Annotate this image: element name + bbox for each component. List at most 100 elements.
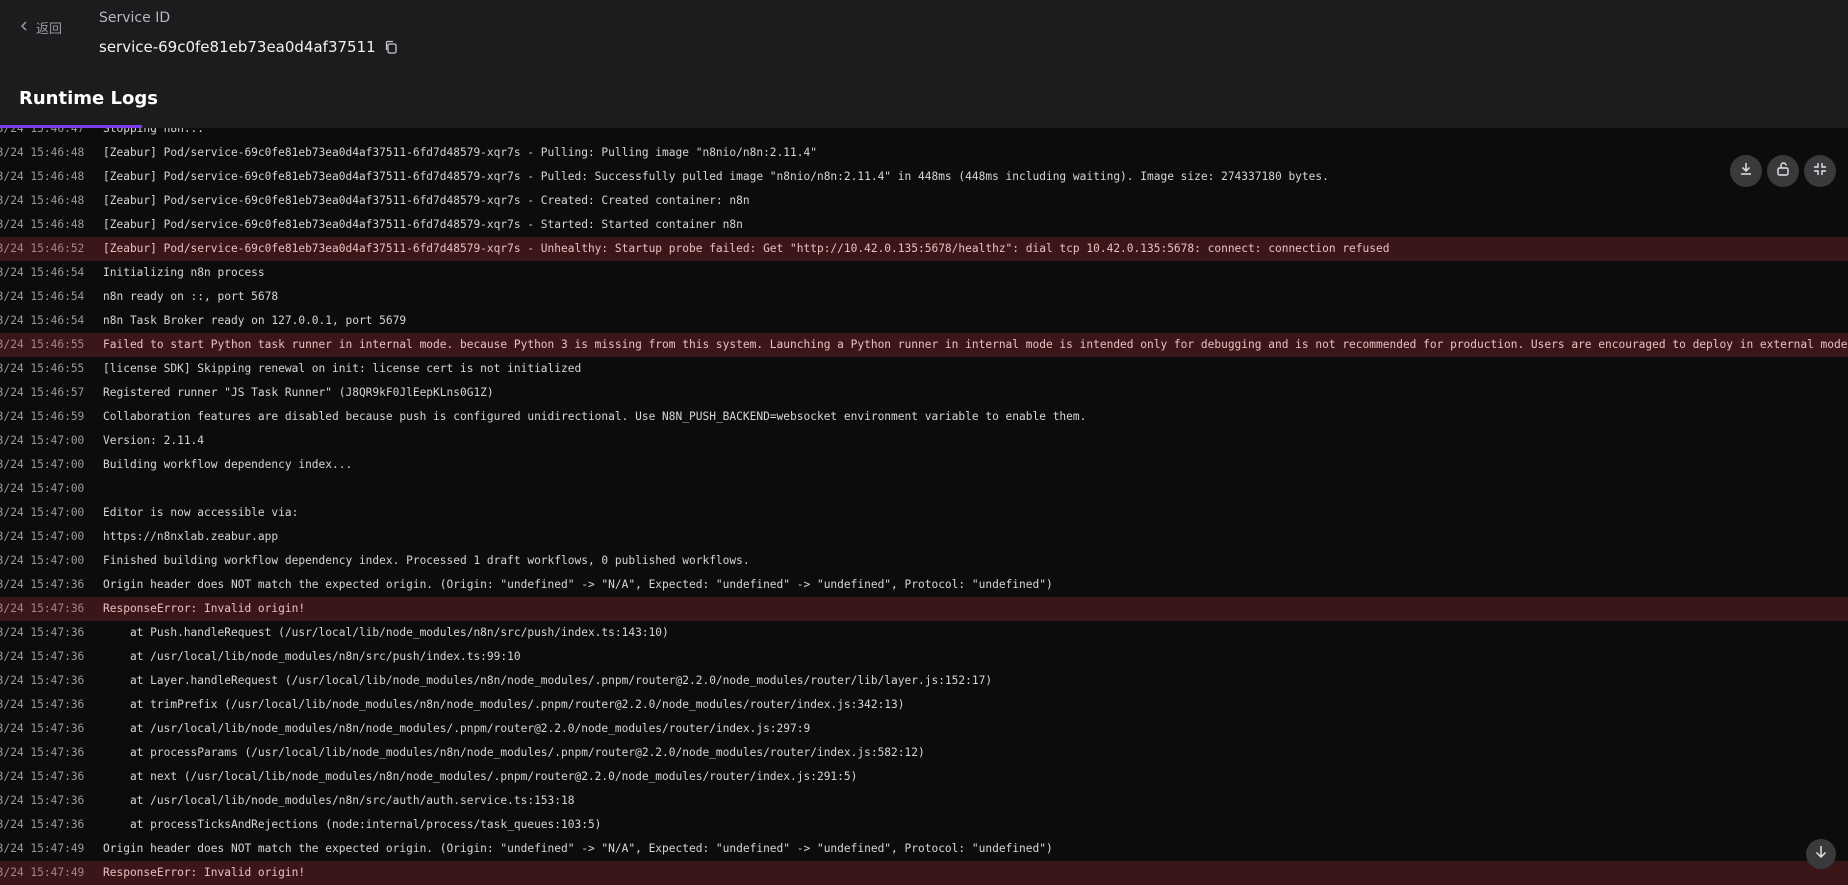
log-message: Building workflow dependency index... bbox=[103, 458, 353, 471]
log-message: at /usr/local/lib/node_modules/n8n/node_… bbox=[103, 722, 811, 735]
log-message: at Layer.handleRequest (/usr/local/lib/n… bbox=[103, 674, 993, 687]
log-message: at /usr/local/lib/node_modules/n8n/src/p… bbox=[103, 650, 521, 663]
service-id-row: service-69c0fe81eb73ea0d4af37511 bbox=[99, 38, 398, 56]
log-message: Initializing n8n process bbox=[103, 266, 265, 279]
log-row: 03/24 15:46:48 [Zeabur] Pod/service-69c0f… bbox=[0, 213, 1848, 237]
back-label: 返回 bbox=[36, 22, 63, 37]
log-timestamp: 03/24 15:47:00 bbox=[0, 530, 85, 543]
log-viewer[interactable]: 03/24 15:46:47Stopping n8n...03/24 15:46… bbox=[0, 128, 1848, 885]
log-timestamp: 03/24 15:47:00 bbox=[0, 554, 85, 567]
log-timestamp: 03/24 15:47:36 bbox=[0, 770, 85, 783]
log-message: ResponseError: Invalid origin! bbox=[103, 866, 306, 879]
scroll-to-bottom-button[interactable] bbox=[1806, 839, 1836, 869]
log-message: at processTicksAndRejections (node:inter… bbox=[103, 818, 602, 831]
log-message: at next (/usr/local/lib/node_modules/n8n… bbox=[103, 770, 858, 783]
log-message: Version: 2.11.4 bbox=[103, 434, 205, 447]
log-row: 03/24 15:47:00 Building workflow dependen… bbox=[0, 453, 1848, 477]
page-title: Runtime Logs bbox=[19, 88, 158, 109]
log-timestamp: 03/24 15:46:47 bbox=[0, 128, 85, 135]
log-timestamp: 03/24 15:47:36 bbox=[0, 722, 85, 735]
log-row: 03/24 15:47:00 Version: 2.11.4 bbox=[0, 429, 1848, 453]
log-timestamp: 03/24 15:46:48 bbox=[0, 146, 85, 159]
unlock-icon bbox=[1775, 161, 1791, 181]
log-timestamp: 03/24 15:47:00 bbox=[0, 458, 85, 471]
log-row: 03/24 15:46:54 n8n Task Broker ready on 1… bbox=[0, 309, 1848, 333]
log-row: 03/24 15:47:36 Origin header does NOT mat… bbox=[0, 573, 1848, 597]
log-timestamp: 03/24 15:46:55 bbox=[0, 338, 85, 351]
log-message: at trimPrefix (/usr/local/lib/node_modul… bbox=[103, 698, 905, 711]
log-message: https://n8nxlab.zeabur.app bbox=[103, 530, 279, 543]
log-message: Finished building workflow dependency in… bbox=[103, 554, 750, 567]
log-message: [Zeabur] Pod/service-69c0fe81eb73ea0d4af… bbox=[103, 218, 743, 231]
log-toolbar bbox=[1730, 155, 1836, 187]
log-row: 03/24 15:47:00 Finished building workflow… bbox=[0, 549, 1848, 573]
log-row: 03/24 15:46:57 Registered runner "JS Task… bbox=[0, 381, 1848, 405]
copy-icon[interactable] bbox=[384, 40, 398, 54]
log-row-error: 03/24 15:47:49 ResponseError: Invalid ori… bbox=[0, 861, 1848, 885]
log-row: 03/24 15:47:00 bbox=[0, 477, 1848, 501]
log-timestamp: 03/24 15:46:48 bbox=[0, 218, 85, 231]
download-logs-button[interactable] bbox=[1730, 155, 1762, 187]
log-message: Failed to start Python task runner in in… bbox=[103, 338, 1848, 351]
log-timestamp: 03/24 15:46:54 bbox=[0, 290, 85, 303]
log-timestamp: 03/24 15:46:55 bbox=[0, 362, 85, 375]
log-message: [Zeabur] Pod/service-69c0fe81eb73ea0d4af… bbox=[103, 242, 1390, 255]
log-row: 03/24 15:46:47 Stopping n8n... bbox=[0, 128, 1848, 141]
log-row: 03/24 15:46:54 Initializing n8n process bbox=[0, 261, 1848, 285]
log-timestamp: 03/24 15:47:36 bbox=[0, 746, 85, 759]
log-row-error: 03/24 15:46:55 Failed to start Python tas… bbox=[0, 333, 1848, 357]
log-timestamp: 03/24 15:47:36 bbox=[0, 698, 85, 711]
log-timestamp: 03/24 15:47:36 bbox=[0, 674, 85, 687]
arrow-down-icon bbox=[1813, 844, 1829, 864]
log-message: at /usr/local/lib/node_modules/n8n/src/a… bbox=[103, 794, 575, 807]
log-timestamp: 03/24 15:47:00 bbox=[0, 482, 85, 495]
log-message: Origin header does NOT match the expecte… bbox=[103, 842, 1053, 855]
back-button[interactable]: 返回 bbox=[18, 18, 62, 37]
log-message: at Push.handleRequest (/usr/local/lib/no… bbox=[103, 626, 669, 639]
log-timestamp: 03/24 15:47:00 bbox=[0, 506, 85, 519]
log-message: Origin header does NOT match the expecte… bbox=[103, 578, 1053, 591]
log-message: [Zeabur] Pod/service-69c0fe81eb73ea0d4af… bbox=[103, 170, 1329, 183]
log-row: 03/24 15:46:48 [Zeabur] Pod/service-69c0f… bbox=[0, 189, 1848, 213]
log-row: 03/24 15:47:00 Editor is now accessible v… bbox=[0, 501, 1848, 525]
log-row: 03/24 15:46:48 [Zeabur] Pod/service-69c0f… bbox=[0, 141, 1848, 165]
log-message: Registered runner "JS Task Runner" (J8QR… bbox=[103, 386, 494, 399]
log-row: 03/24 15:46:54 n8n ready on ::, port 5678 bbox=[0, 285, 1848, 309]
collapse-icon bbox=[1812, 161, 1828, 181]
log-timestamp: 03/24 15:47:49 bbox=[0, 842, 85, 855]
log-message: n8n Task Broker ready on 127.0.0.1, port… bbox=[103, 314, 407, 327]
log-row: 03/24 15:47:36 at /usr/local/lib/node_mo… bbox=[0, 789, 1848, 813]
log-timestamp: 03/24 15:47:36 bbox=[0, 650, 85, 663]
log-timestamp: 03/24 15:46:48 bbox=[0, 170, 85, 183]
log-row: 03/24 15:47:36 at processTicksAndRejecti… bbox=[0, 813, 1848, 837]
log-row: 03/24 15:47:36 at trimPrefix (/usr/local… bbox=[0, 693, 1848, 717]
log-row: 03/24 15:47:36 at next (/usr/local/lib/n… bbox=[0, 765, 1848, 789]
log-row: 03/24 15:47:00 https://n8nxlab.zeabur.app bbox=[0, 525, 1848, 549]
log-timestamp: 03/24 15:46:52 bbox=[0, 242, 85, 255]
log-row: 03/24 15:46:55 [license SDK] Skipping ren… bbox=[0, 357, 1848, 381]
log-message: Collaboration features are disabled beca… bbox=[103, 410, 1087, 423]
log-message: [Zeabur] Pod/service-69c0fe81eb73ea0d4af… bbox=[103, 194, 750, 207]
log-row: 03/24 15:46:59 Collaboration features are… bbox=[0, 405, 1848, 429]
log-timestamp: 03/24 15:47:36 bbox=[0, 626, 85, 639]
collapse-button[interactable] bbox=[1804, 155, 1836, 187]
log-message: [Zeabur] Pod/service-69c0fe81eb73ea0d4af… bbox=[103, 146, 817, 159]
log-row: 03/24 15:47:49 Origin header does NOT mat… bbox=[0, 837, 1848, 861]
log-row-error: 03/24 15:47:36 ResponseError: Invalid ori… bbox=[0, 597, 1848, 621]
log-row: 03/24 15:47:36 at Layer.handleRequest (/… bbox=[0, 669, 1848, 693]
log-message: at processParams (/usr/local/lib/node_mo… bbox=[103, 746, 925, 759]
log-row-error: 03/24 15:46:52 [Zeabur] Pod/service-69c0f… bbox=[0, 237, 1848, 261]
log-row: 03/24 15:47:36 at processParams (/usr/lo… bbox=[0, 741, 1848, 765]
log-timestamp: 03/24 15:47:49 bbox=[0, 866, 85, 879]
chevron-left-icon bbox=[18, 20, 30, 36]
log-timestamp: 03/24 15:46:59 bbox=[0, 410, 85, 423]
log-timestamp: 03/24 15:47:36 bbox=[0, 602, 85, 615]
log-message: n8n ready on ::, port 5678 bbox=[103, 290, 279, 303]
log-timestamp: 03/24 15:46:54 bbox=[0, 266, 85, 279]
download-icon bbox=[1738, 161, 1754, 181]
lock-scroll-button[interactable] bbox=[1767, 155, 1799, 187]
log-row: 03/24 15:47:36 at /usr/local/lib/node_mo… bbox=[0, 645, 1848, 669]
log-timestamp: 03/24 15:46:48 bbox=[0, 194, 85, 207]
log-timestamp: 03/24 15:47:36 bbox=[0, 578, 85, 591]
log-message: [license SDK] Skipping renewal on init: … bbox=[103, 362, 582, 375]
